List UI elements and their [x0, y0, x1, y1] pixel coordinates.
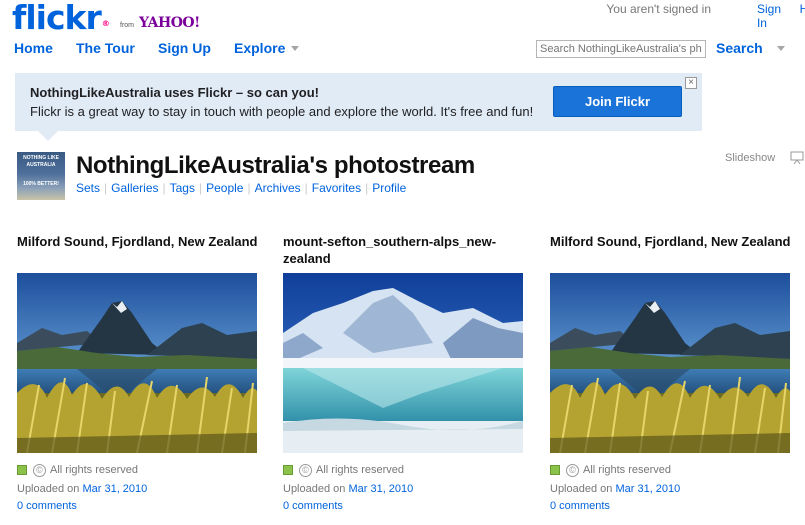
nav-explore[interactable]: Explore: [234, 40, 300, 56]
nav-explore-label: Explore: [234, 40, 286, 56]
copyright-icon: ©: [566, 463, 579, 477]
avatar-line-1: NOTHING LIKE: [23, 155, 59, 161]
from-label: from: [120, 22, 134, 29]
milford-sound-photo[interactable]: [17, 273, 257, 453]
stream-link-profile[interactable]: Profile: [372, 181, 406, 195]
comments-row: 0 comments: [17, 498, 262, 515]
milford-sound-photo[interactable]: [550, 273, 790, 453]
stream-link-tags[interactable]: Tags: [170, 181, 195, 195]
search-button[interactable]: Search: [716, 40, 763, 56]
divider: |: [162, 181, 166, 195]
comments-row: 0 comments: [283, 498, 528, 515]
divider: |: [365, 181, 369, 195]
sign-in-link[interactable]: Sign In: [757, 2, 781, 30]
copyright-icon: ©: [33, 463, 46, 477]
photo-meta: © All rights reserved Uploaded on Mar 31…: [17, 463, 262, 515]
avatar[interactable]: NOTHING LIKE AUSTRALIA 100% BETTER!: [17, 152, 65, 200]
photo-title[interactable]: Milford Sound, Fjordland, New Zealand: [17, 233, 262, 269]
nav-sign-up[interactable]: Sign Up: [158, 40, 211, 56]
photo-card: Milford Sound, Fjordland, New Zealand © …: [550, 233, 795, 512]
slideshow-icon[interactable]: [790, 150, 804, 164]
upload-row: Uploaded on Mar 31, 2010: [550, 481, 795, 498]
photo-meta: © All rights reserved Uploaded on Mar 31…: [283, 463, 528, 515]
help-link[interactable]: He: [800, 2, 805, 16]
flickr-logo[interactable]: flickr®: [12, 0, 110, 38]
license-row: © All rights reserved: [17, 463, 262, 477]
upload-date-link[interactable]: Mar 31, 2010: [82, 483, 147, 495]
stream-link-galleries[interactable]: Galleries: [111, 181, 158, 195]
close-icon[interactable]: ×: [685, 77, 697, 89]
license-status-icon: [550, 465, 560, 475]
stream-link-people[interactable]: People: [206, 181, 243, 195]
license-row: © All rights reserved: [550, 463, 795, 477]
upload-row: Uploaded on Mar 31, 2010: [17, 481, 262, 498]
license-status-icon: [283, 465, 293, 475]
photostream-nav: Sets | Galleries | Tags | People | Archives | Favo…: [76, 181, 406, 195]
uploaded-label: Uploaded on: [550, 483, 613, 495]
promo-pointer: [38, 131, 58, 141]
avatar-line-2: AUSTRALIA: [26, 162, 56, 168]
slideshow-link[interactable]: Slideshow: [725, 152, 775, 164]
comments-link[interactable]: 0 comments: [550, 500, 610, 512]
stream-link-favorites[interactable]: Favorites: [312, 181, 361, 195]
license-text: All rights reserved: [50, 463, 139, 476]
chevron-down-icon[interactable]: [291, 45, 300, 51]
promo-description: Flickr is a great way to stay in touch w…: [30, 104, 534, 119]
photo-card: Milford Sound, Fjordland, New Zealand © …: [17, 233, 262, 512]
photo-meta: © All rights reserved Uploaded on Mar 31…: [550, 463, 795, 515]
copyright-icon: ©: [299, 463, 312, 477]
yahoo-logo: YAHOO!: [139, 15, 200, 31]
search-input[interactable]: [536, 40, 706, 58]
photo-title[interactable]: mount-sefton_southern-alps_new-zealand: [283, 233, 528, 269]
stream-link-sets[interactable]: Sets: [76, 181, 100, 195]
license-text: All rights reserved: [583, 463, 672, 476]
avatar-text: NOTHING LIKE AUSTRALIA 100% BETTER!: [17, 155, 65, 188]
photo-card: mount-sefton_southern-alps_new-zealand ©…: [283, 233, 528, 512]
promo-title: NothingLikeAustralia uses Flickr – so ca…: [30, 85, 319, 100]
comments-link[interactable]: 0 comments: [283, 500, 343, 512]
comments-link[interactable]: 0 comments: [17, 500, 77, 512]
registered-mark: ®: [101, 19, 110, 28]
join-flickr-button[interactable]: Join Flickr: [553, 86, 682, 117]
uploaded-label: Uploaded on: [17, 483, 80, 495]
logo-text: flickr: [12, 0, 102, 37]
upload-date-link[interactable]: Mar 31, 2010: [615, 483, 680, 495]
chevron-down-icon[interactable]: [777, 46, 785, 51]
photostream-title: NothingLikeAustralia's photostream: [76, 152, 475, 179]
photo-title[interactable]: Milford Sound, Fjordland, New Zealand: [550, 233, 795, 269]
divider: |: [104, 181, 108, 195]
stream-link-archives[interactable]: Archives: [255, 181, 301, 195]
nav-the-tour[interactable]: The Tour: [76, 40, 135, 56]
divider: |: [304, 181, 308, 195]
mount-sefton-photo[interactable]: [283, 273, 523, 453]
promo-banner: NothingLikeAustralia uses Flickr – so ca…: [15, 73, 702, 131]
uploaded-label: Uploaded on: [283, 483, 346, 495]
signed-out-text: You aren't signed in: [606, 2, 711, 16]
upload-date-link[interactable]: Mar 31, 2010: [348, 483, 413, 495]
upload-row: Uploaded on Mar 31, 2010: [283, 481, 528, 498]
comments-row: 0 comments: [550, 498, 795, 515]
license-row: © All rights reserved: [283, 463, 528, 477]
divider: |: [198, 181, 203, 195]
divider: |: [247, 181, 251, 195]
license-text: All rights reserved: [316, 463, 405, 476]
nav-home[interactable]: Home: [14, 40, 53, 56]
license-status-icon: [17, 465, 27, 475]
avatar-line-3: 100% BETTER!: [23, 181, 59, 187]
